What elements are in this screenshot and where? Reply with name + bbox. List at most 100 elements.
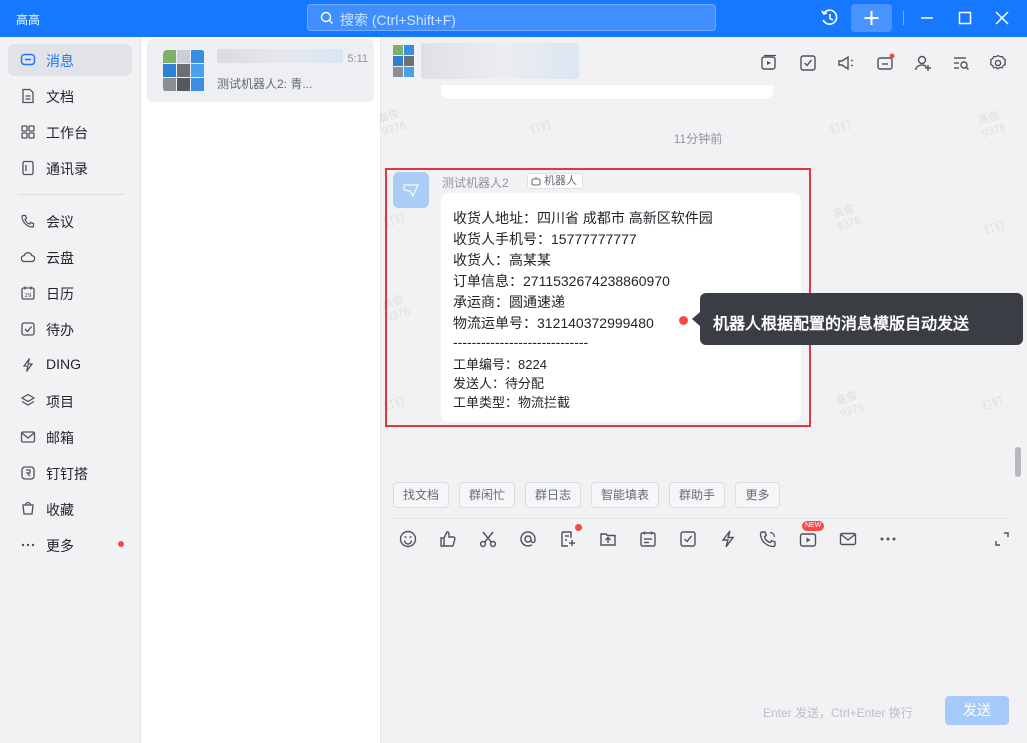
settings-icon[interactable] bbox=[988, 53, 1008, 73]
nav-item-favorites[interactable]: 收藏 bbox=[8, 493, 132, 525]
nav-item-workbench[interactable]: 工作台 bbox=[8, 116, 132, 148]
more-tools-icon[interactable] bbox=[878, 529, 898, 549]
quick-group-log[interactable]: 群日志 bbox=[525, 482, 581, 508]
call-icon[interactable] bbox=[758, 529, 778, 549]
close-button[interactable] bbox=[988, 4, 1016, 32]
quick-smart-form[interactable]: 智能填表 bbox=[591, 482, 659, 508]
robot-icon bbox=[403, 184, 420, 198]
nav-item-contacts[interactable]: 通讯录 bbox=[8, 152, 132, 184]
message-line: 物流运单号：312140372999480 bbox=[453, 315, 654, 331]
nav-label: 收藏 bbox=[46, 502, 74, 518]
nav-item-ding[interactable]: DING bbox=[8, 349, 132, 381]
search-icon bbox=[320, 11, 333, 24]
quick-more[interactable]: 更多 bbox=[735, 482, 780, 508]
nav-item-messages[interactable]: 消息 bbox=[8, 44, 132, 76]
inbox-icon[interactable] bbox=[875, 53, 895, 73]
chat-header bbox=[381, 37, 1027, 89]
nav-label: 项目 bbox=[46, 394, 74, 410]
nav-item-more[interactable]: 更多 bbox=[8, 529, 132, 561]
nav-label: 待办 bbox=[46, 322, 74, 338]
add-member-icon[interactable] bbox=[913, 53, 933, 73]
svg-text:29: 29 bbox=[25, 293, 32, 299]
conversation-name-blurred bbox=[217, 49, 343, 63]
nav-item-meeting[interactable]: 会议 bbox=[8, 205, 132, 237]
nav-item-cloud[interactable]: 云盘 bbox=[8, 241, 132, 273]
scissors-icon[interactable] bbox=[478, 529, 498, 549]
conversation-list: 5:11 测试机器人2: 青... bbox=[141, 37, 381, 743]
conversation-preview: 测试机器人2: 青... bbox=[217, 77, 313, 91]
project-icon bbox=[20, 393, 36, 406]
close-icon bbox=[995, 11, 1009, 25]
nav-label: 邮箱 bbox=[46, 430, 74, 446]
live-stream-icon[interactable] bbox=[798, 529, 818, 549]
search-placeholder: 搜索 (Ctrl+Shift+F) bbox=[340, 12, 456, 28]
plus-icon bbox=[864, 11, 879, 25]
build-icon bbox=[21, 466, 35, 480]
nav-item-project[interactable]: 项目 bbox=[8, 385, 132, 417]
send-button[interactable]: 发送 bbox=[945, 696, 1009, 725]
history-button[interactable] bbox=[816, 4, 844, 32]
announcement-icon[interactable] bbox=[836, 53, 856, 73]
thumbs-up-icon[interactable] bbox=[438, 529, 458, 549]
maximize-button[interactable] bbox=[951, 4, 979, 32]
app-title: 高高 bbox=[16, 13, 41, 27]
nav-item-calendar[interactable]: 29 日历 bbox=[8, 277, 132, 309]
sender-name: 测试机器人2 bbox=[442, 176, 509, 190]
nav-label: 消息 bbox=[46, 53, 74, 69]
message-line: 发送人：待分配 bbox=[453, 376, 545, 391]
search-box[interactable]: 搜索 (Ctrl+Shift+F) bbox=[307, 4, 716, 31]
todo-icon[interactable] bbox=[798, 53, 818, 73]
new-badge: NEW bbox=[802, 521, 825, 531]
chat-scrollbar[interactable] bbox=[1015, 447, 1021, 477]
ding-icon[interactable] bbox=[718, 529, 738, 549]
message-line: 工单类型：物流拦截 bbox=[453, 395, 571, 410]
quick-group-busy[interactable]: 群闲忙 bbox=[459, 482, 515, 508]
mail-icon[interactable] bbox=[838, 529, 858, 549]
grid-icon bbox=[21, 125, 35, 139]
time-separator: 11分钟前 bbox=[673, 132, 723, 146]
message-divider-line: ----------------------------- bbox=[453, 334, 589, 350]
upload-file-icon[interactable] bbox=[598, 529, 618, 549]
check-icon bbox=[21, 322, 35, 336]
quick-find-docs[interactable]: 找文档 bbox=[393, 482, 449, 508]
annotation-dot bbox=[679, 316, 688, 325]
history-icon bbox=[821, 9, 838, 25]
conversation-item[interactable]: 5:11 测试机器人2: 青... bbox=[147, 39, 374, 102]
nav-item-build[interactable]: 钉钉搭 bbox=[8, 457, 132, 489]
message-line: 收货人手机号：15777777777 bbox=[453, 231, 637, 247]
form-icon[interactable] bbox=[558, 529, 578, 549]
message-line: 订单信息：2711532674238860970 bbox=[453, 273, 670, 289]
chat-title-blurred bbox=[421, 43, 579, 79]
robot-tag-icon bbox=[531, 177, 541, 186]
nav-item-todo[interactable]: 待办 bbox=[8, 313, 132, 345]
phone-icon bbox=[21, 214, 35, 228]
annotation-tooltip: 机器人根据配置的消息模版自动发送 bbox=[692, 293, 1023, 345]
expand-icon[interactable] bbox=[992, 529, 1012, 549]
emoji-icon[interactable] bbox=[398, 529, 418, 549]
live-icon[interactable] bbox=[759, 53, 779, 73]
favorite-icon bbox=[22, 501, 34, 515]
nav-label: 文档 bbox=[46, 89, 74, 105]
previous-message-bubble bbox=[441, 85, 773, 99]
nav-label: 更多 bbox=[46, 538, 74, 554]
form-badge-dot bbox=[575, 524, 582, 531]
mention-icon[interactable] bbox=[518, 529, 538, 549]
search-history-icon[interactable] bbox=[951, 53, 971, 73]
task-icon[interactable] bbox=[678, 529, 698, 549]
message-line: 收货人：高某某 bbox=[453, 252, 551, 268]
minimize-button[interactable] bbox=[913, 4, 941, 32]
message-icon bbox=[20, 53, 36, 66]
doc-icon bbox=[22, 88, 34, 104]
minimize-icon bbox=[921, 17, 933, 19]
quick-group-assistant[interactable]: 群助手 bbox=[669, 482, 725, 508]
conversation-time: 5:11 bbox=[347, 53, 368, 65]
calendar-event-icon[interactable] bbox=[638, 529, 658, 549]
bot-avatar[interactable] bbox=[393, 172, 429, 208]
nav-label: 工作台 bbox=[46, 125, 88, 141]
create-button[interactable] bbox=[851, 4, 892, 32]
nav-item-docs[interactable]: 文档 bbox=[8, 80, 132, 112]
group-header-avatar bbox=[393, 43, 415, 77]
sidebar-nav: 消息 文档 工作台 通讯录 会议 云盘 29 日历 待办 DING 项目 邮箱 bbox=[0, 37, 141, 743]
notification-dot bbox=[118, 541, 124, 547]
nav-item-mail[interactable]: 邮箱 bbox=[8, 421, 132, 453]
